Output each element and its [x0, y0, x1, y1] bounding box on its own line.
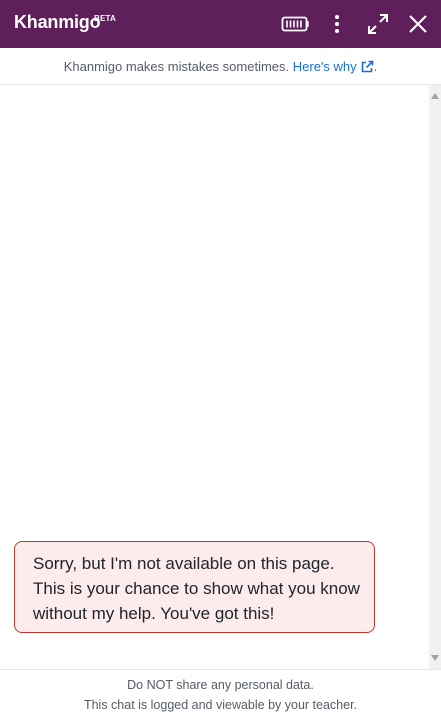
close-icon [409, 15, 427, 33]
external-link-icon [361, 60, 373, 73]
expand-button[interactable] [363, 9, 393, 39]
heres-why-label: Here's why [292, 59, 357, 74]
khanmigo-chat-panel: Khanmigo BETA Khanmigo makes mistakes so… [0, 0, 441, 716]
assistant-message-text: Sorry, but I'm not available on this pag… [33, 554, 360, 623]
brand-name: Khanmigo [14, 12, 101, 32]
scroll-down-arrow-icon[interactable] [431, 655, 439, 661]
chat-message-area: Sorry, but I'm not available on this pag… [0, 85, 429, 669]
footer-line-2: This chat is logged and viewable by your… [83, 698, 358, 712]
heres-why-link[interactable]: Here's why [293, 59, 374, 74]
close-button[interactable] [403, 9, 433, 39]
header-bar: Khanmigo BETA [0, 0, 441, 48]
mistakes-notice: Khanmigo makes mistakes sometimes. Here'… [0, 48, 441, 85]
beta-badge: BETA [94, 14, 116, 23]
notice-suffix: . [373, 59, 378, 74]
keyboard-button[interactable] [280, 9, 310, 39]
scroll-up-arrow-icon[interactable] [431, 93, 439, 99]
expand-icon [368, 14, 388, 34]
privacy-footer: Do NOT share any personal data. This cha… [0, 669, 441, 716]
more-options-button[interactable] [322, 9, 352, 39]
more-vertical-icon [335, 15, 339, 33]
footer-line-1: Do NOT share any personal data. [127, 678, 314, 692]
keyboard-icon [281, 16, 309, 32]
brand-logo: Khanmigo BETA [14, 11, 116, 33]
assistant-message: Sorry, but I'm not available on this pag… [14, 541, 375, 633]
chat-scrollbar[interactable] [429, 85, 441, 669]
notice-text: Khanmigo makes mistakes sometimes. [63, 59, 290, 74]
